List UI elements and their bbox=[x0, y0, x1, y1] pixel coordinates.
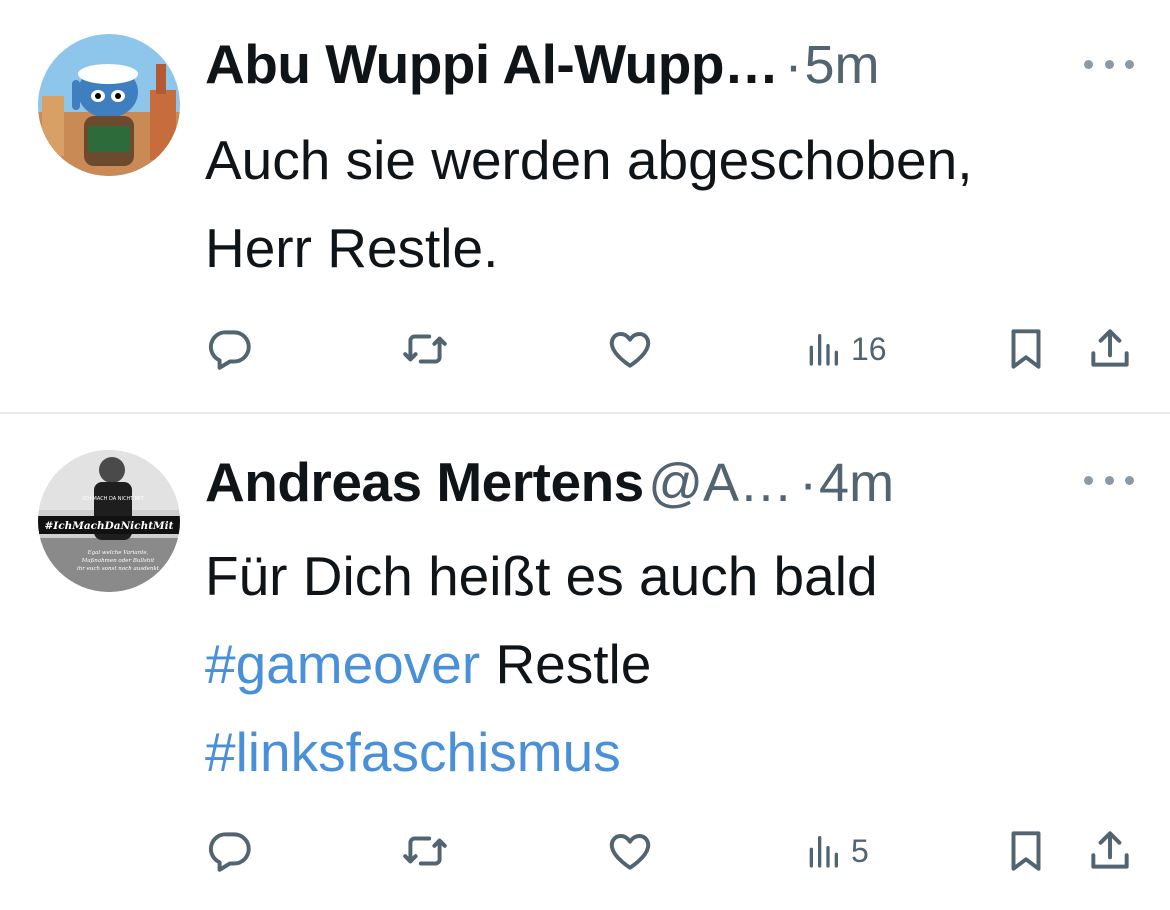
like-button[interactable] bbox=[605, 824, 655, 878]
bookmark-icon bbox=[1011, 831, 1041, 871]
more-icon[interactable] bbox=[1084, 52, 1134, 76]
shirt-text: ICH MACH DA NICHT MIT bbox=[82, 496, 144, 502]
hashtag-link[interactable]: #linksfaschismus bbox=[205, 721, 621, 783]
more-icon[interactable] bbox=[1084, 468, 1134, 492]
views-button[interactable]: 5 bbox=[803, 824, 869, 878]
tweet-text: Auch sie werden abgeschoben, Herr Restle… bbox=[205, 116, 1145, 292]
tweet-text-line: Für Dich heißt es auch bald bbox=[205, 545, 878, 607]
avatar-subcaption: ihr euch sonst noch ausdenkt bbox=[77, 566, 160, 572]
tweet-text-fragment: Restle bbox=[480, 633, 652, 695]
action-bar: 5 bbox=[205, 824, 1145, 878]
reply-button[interactable] bbox=[205, 322, 255, 376]
tweet[interactable]: ICH MACH DA NICHT MIT #IchMachDaNichtMit… bbox=[0, 414, 1170, 910]
views-count: 16 bbox=[851, 330, 887, 367]
avatar-caption: #IchMachDaNichtMit bbox=[44, 520, 173, 532]
views-button[interactable]: 16 bbox=[803, 322, 887, 376]
reply-icon bbox=[208, 832, 251, 872]
share-icon bbox=[1091, 329, 1129, 367]
like-icon bbox=[609, 332, 651, 368]
views-icon bbox=[809, 334, 838, 366]
separator: · bbox=[784, 35, 803, 95]
retweet-icon bbox=[403, 334, 447, 364]
author-name[interactable]: Andreas Mertens bbox=[205, 451, 644, 513]
retweet-button[interactable] bbox=[400, 322, 450, 376]
bookmark-icon bbox=[1011, 329, 1041, 369]
tweet[interactable]: Abu Wuppi Al-Wupp… ·5m Auch sie werden ab… bbox=[0, 0, 1170, 412]
views-count: 5 bbox=[851, 832, 869, 869]
tweet-header: Abu Wuppi Al-Wupp… ·5m bbox=[205, 32, 879, 102]
retweet-button[interactable] bbox=[400, 824, 450, 878]
share-icon bbox=[1091, 831, 1129, 869]
hashtag-link[interactable]: #gameover bbox=[205, 633, 480, 695]
profile-photo-icon: ICH MACH DA NICHT MIT #IchMachDaNichtMit… bbox=[38, 450, 180, 592]
timestamp[interactable]: 5m bbox=[804, 35, 879, 95]
author-name[interactable]: Abu Wuppi Al-Wupp… bbox=[205, 33, 779, 95]
separator: · bbox=[799, 453, 818, 513]
reply-icon bbox=[208, 330, 251, 370]
tweet-text-line: #linksfaschismus bbox=[205, 708, 1145, 796]
reply-button[interactable] bbox=[205, 824, 255, 878]
views-icon bbox=[809, 836, 838, 868]
like-button[interactable] bbox=[605, 322, 655, 376]
bookmark-button[interactable] bbox=[1001, 824, 1051, 878]
action-bar: 16 bbox=[205, 322, 1145, 376]
share-button[interactable] bbox=[1085, 322, 1135, 376]
avatar-subcaption: Egal welche Variante, bbox=[87, 550, 149, 556]
avatar-subcaption: Maßnahmen oder Bullshit bbox=[81, 558, 155, 564]
retweet-icon bbox=[403, 836, 447, 866]
tweet-text-line: #gameover Restle bbox=[205, 620, 1145, 708]
like-icon bbox=[609, 834, 651, 870]
tweet-header: Andreas Mertens @A… ·4m bbox=[205, 450, 894, 520]
tweet-text-line: Auch sie werden abgeschoben, bbox=[205, 129, 973, 191]
timestamp[interactable]: 4m bbox=[819, 453, 894, 513]
cartoon-avatar-icon bbox=[38, 34, 180, 176]
author-handle[interactable]: @A… bbox=[648, 453, 793, 513]
tweet-text-line: Herr Restle. bbox=[205, 217, 499, 279]
share-button[interactable] bbox=[1085, 824, 1135, 878]
avatar[interactable] bbox=[38, 34, 180, 176]
avatar[interactable]: ICH MACH DA NICHT MIT #IchMachDaNichtMit… bbox=[38, 450, 180, 592]
tweet-text: Für Dich heißt es auch bald #gameover Re… bbox=[205, 532, 1145, 796]
bookmark-button[interactable] bbox=[1001, 322, 1051, 376]
